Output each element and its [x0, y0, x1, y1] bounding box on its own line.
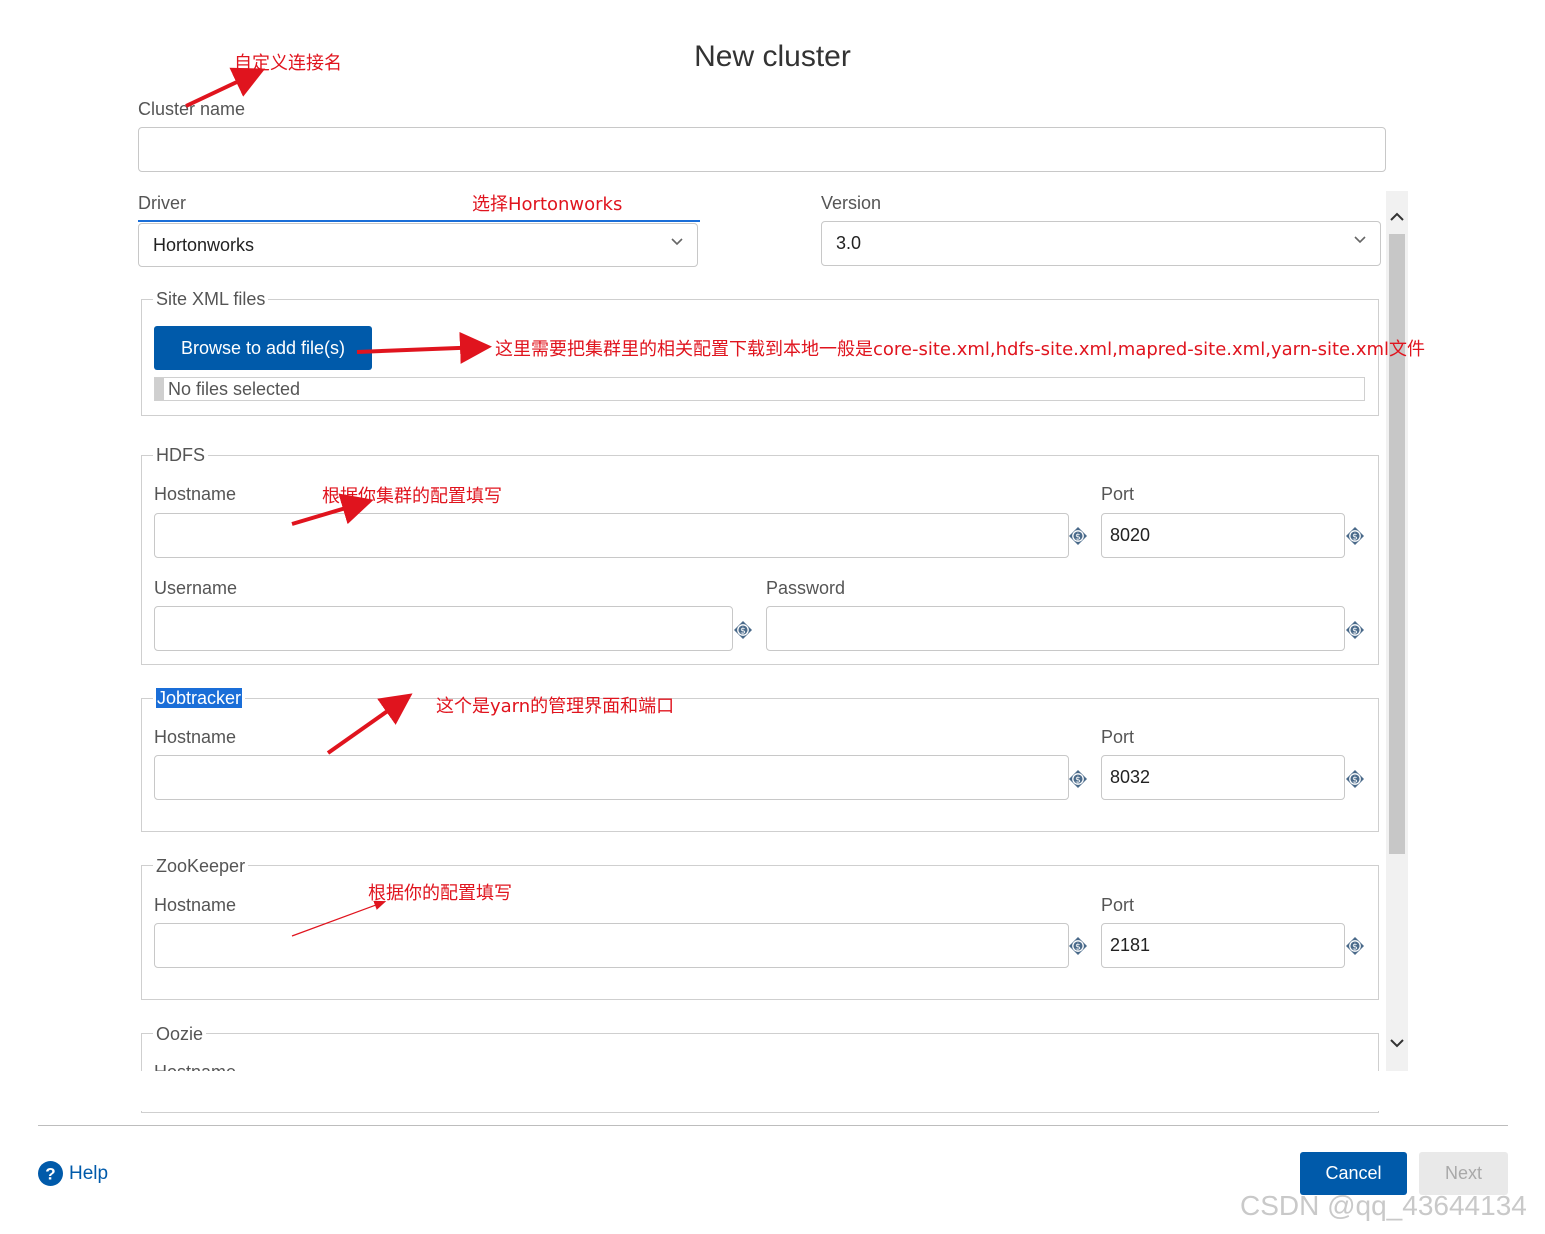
scroll-down-icon[interactable]	[1389, 1035, 1405, 1051]
driver-value: Hortonworks	[153, 235, 255, 255]
hdfs-hostname-input[interactable]	[154, 513, 1069, 558]
variable-icon[interactable]: $	[1345, 620, 1365, 640]
svg-text:$: $	[740, 627, 746, 637]
annotation-driver: 选择Hortonworks	[472, 194, 623, 215]
driver-label: Driver	[138, 193, 186, 213]
annotation-site-xml: 这里需要把集群里的相关配置下载到本地一般是core-site.xml,hdfs-…	[495, 339, 1426, 360]
variable-icon[interactable]: $	[733, 620, 753, 640]
annotation-cluster-name: 自定义连接名	[234, 53, 342, 74]
footer-divider	[38, 1125, 1508, 1126]
svg-text:$: $	[1352, 943, 1358, 953]
zookeeper-legend: ZooKeeper	[153, 856, 249, 877]
version-select[interactable]: 3.0	[821, 221, 1381, 266]
help-label: Help	[69, 1163, 109, 1184]
cancel-button[interactable]: Cancel	[1300, 1152, 1407, 1195]
svg-text:$: $	[1075, 776, 1081, 786]
driver-focus-underline	[138, 220, 700, 222]
version-value: 3.0	[836, 233, 862, 253]
cluster-name-label: Cluster name	[138, 99, 246, 119]
variable-icon[interactable]: $	[1068, 769, 1088, 789]
variable-icon[interactable]: $	[1345, 526, 1365, 546]
help-icon: ?	[38, 1161, 63, 1186]
hdfs-port-input[interactable]	[1101, 513, 1345, 558]
hdfs-port-label: Port	[1101, 484, 1135, 504]
annotation-hdfs: 根据你集群的配置填写	[322, 486, 502, 507]
file-status: No files selected	[168, 379, 301, 399]
hdfs-username-input[interactable]	[154, 606, 733, 651]
variable-icon[interactable]: $	[1068, 526, 1088, 546]
hdfs-hostname-label: Hostname	[154, 484, 237, 504]
jobtracker-hostname-label: Hostname	[154, 727, 237, 747]
svg-text:?: ?	[45, 1165, 55, 1184]
svg-text:$: $	[1075, 533, 1081, 543]
version-label: Version	[821, 193, 882, 213]
oozie-legend: Oozie	[153, 1024, 207, 1045]
chevron-down-icon	[1354, 236, 1366, 244]
driver-select[interactable]: Hortonworks	[138, 223, 698, 267]
zookeeper-hostname-label: Hostname	[154, 895, 237, 915]
variable-icon[interactable]: $	[1345, 769, 1365, 789]
dialog-title: New cluster	[694, 40, 851, 73]
zookeeper-hostname-input[interactable]	[154, 923, 1069, 968]
cluster-name-input[interactable]	[138, 127, 1386, 172]
jobtracker-port-input[interactable]	[1101, 755, 1345, 800]
annotation-zookeeper: 根据你的配置填写	[368, 883, 512, 904]
svg-text:$: $	[1075, 943, 1081, 953]
jobtracker-legend-text: Jobtracker	[156, 688, 243, 708]
annotation-jobtracker: 这个是yarn的管理界面和端口	[436, 696, 675, 717]
file-list-bar	[155, 378, 164, 400]
scrollbar[interactable]	[1386, 191, 1408, 1071]
hdfs-legend: HDFS	[153, 445, 208, 466]
svg-text:$: $	[1352, 533, 1358, 543]
site-xml-legend: Site XML files	[153, 289, 269, 310]
jobtracker-port-label: Port	[1101, 727, 1135, 747]
chevron-down-icon	[671, 238, 683, 246]
jobtracker-hostname-input[interactable]	[154, 755, 1069, 800]
scroll-clip	[0, 1071, 1386, 1111]
browse-files-button[interactable]: Browse to add file(s)	[154, 326, 372, 370]
variable-icon[interactable]: $	[1345, 936, 1365, 956]
hdfs-password-input[interactable]	[766, 606, 1345, 651]
file-list: No files selected	[154, 377, 1365, 401]
hdfs-username-label: Username	[154, 578, 238, 598]
jobtracker-legend: Jobtracker	[153, 688, 246, 709]
svg-text:$: $	[1352, 776, 1358, 786]
scroll-up-icon[interactable]	[1389, 209, 1405, 225]
zookeeper-port-input[interactable]	[1101, 923, 1345, 968]
watermark: CSDN @qq_43644134	[1240, 1190, 1527, 1221]
variable-icon[interactable]: $	[1068, 936, 1088, 956]
zookeeper-port-label: Port	[1101, 895, 1135, 915]
next-button[interactable]: Next	[1419, 1152, 1508, 1195]
svg-text:$: $	[1352, 627, 1358, 637]
hdfs-password-label: Password	[766, 578, 846, 598]
scrollbar-thumb[interactable]	[1389, 234, 1405, 854]
